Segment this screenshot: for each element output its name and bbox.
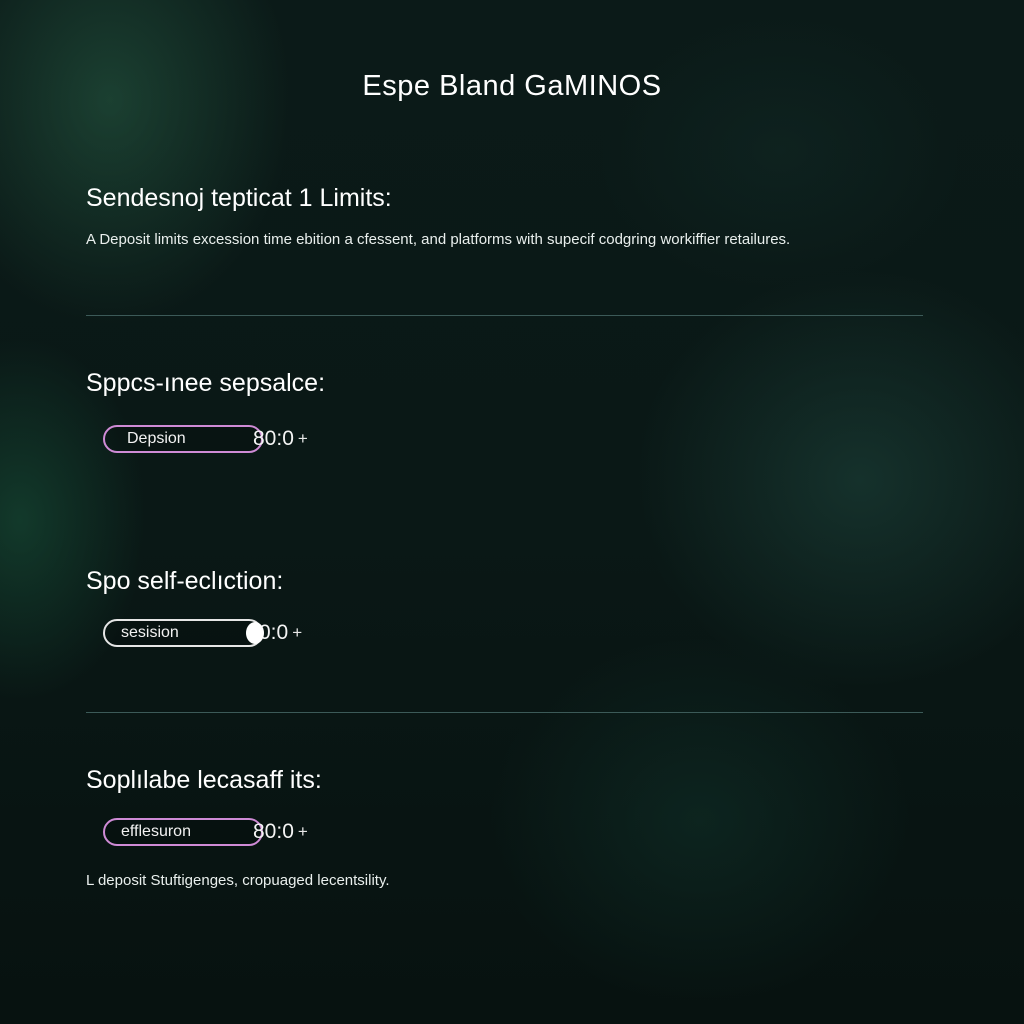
- exclusion-pill-label: efflesuron: [121, 823, 191, 840]
- exclusion-pill-button[interactable]: efflesuron: [103, 818, 263, 846]
- deposit-value: 80:0: [253, 427, 294, 450]
- section-deposit-limits-description: A Deposit limits excession time ebition …: [86, 231, 791, 248]
- exclusion-control-row: efflesuron 80:0 +: [103, 818, 308, 846]
- exclusion-value: 80:0: [253, 820, 294, 843]
- deposit-control-row: Depsion 80:0 +: [103, 425, 308, 453]
- session-increment-button[interactable]: +: [292, 623, 302, 643]
- deposit-increment-button[interactable]: +: [298, 429, 308, 449]
- deposit-pill-button[interactable]: Depsion: [103, 425, 263, 453]
- session-toggle[interactable]: sesision: [103, 619, 264, 647]
- section-limits-title: Soplılabe lecasaff its:: [86, 766, 322, 794]
- session-control-row: sesision 0:0 +: [103, 619, 302, 647]
- session-toggle-knob[interactable]: [246, 622, 264, 644]
- exclusion-increment-button[interactable]: +: [298, 822, 308, 842]
- session-toggle-label: sesision: [121, 624, 179, 641]
- section-spending-title: Sppcs-ınee sepsalce:: [86, 369, 326, 397]
- deposit-note: L deposit Stuftigenges, cropuaged lecent…: [86, 872, 390, 889]
- section-deposit-limits-title: Sendesnoj tepticat 1 Limits:: [86, 184, 392, 212]
- divider: [86, 712, 923, 713]
- section-self-exclusion-title: Spo self-eclıction:: [86, 567, 284, 595]
- divider: [86, 315, 923, 316]
- page-title: Espe Bland GaMINOS: [362, 70, 662, 102]
- deposit-pill-label: Depsion: [127, 430, 186, 447]
